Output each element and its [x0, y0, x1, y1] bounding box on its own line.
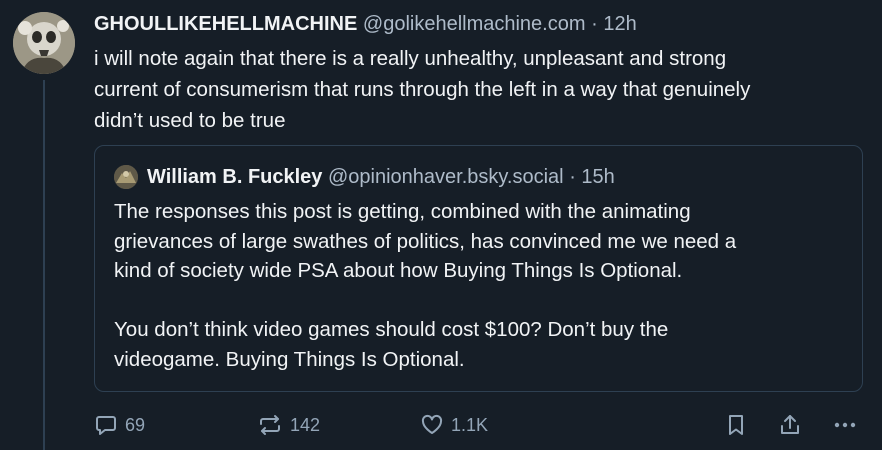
author-handle[interactable]: @golikehellmachine.com — [363, 13, 586, 35]
reply-button[interactable]: 69 — [94, 408, 145, 442]
more-icon — [832, 413, 858, 437]
quote-author-name[interactable]: William B. Fuckley — [147, 166, 322, 188]
more-options-button[interactable] — [832, 408, 858, 442]
like-icon — [420, 413, 444, 437]
like-count: 1.1K — [451, 414, 489, 435]
repost-count: 142 — [290, 414, 321, 435]
like-button[interactable]: 1.1K — [420, 408, 488, 442]
bookmark-button[interactable] — [724, 408, 748, 442]
quote-text: The responses this post is getting, comb… — [114, 200, 737, 371]
quote-header: William B. Fuckley @opinionhaver.bsky.so… — [147, 163, 615, 191]
post-text: i will note again that there is a really… — [94, 47, 751, 132]
repost-button[interactable]: 142 — [257, 408, 320, 442]
reply-count: 69 — [125, 414, 146, 435]
bookmark-icon — [724, 413, 748, 437]
quote-author-handle[interactable]: @opinionhaver.bsky.social — [328, 166, 564, 188]
share-button[interactable] — [778, 408, 802, 442]
reply-icon — [94, 413, 118, 437]
action-bar: 69 142 1.1K — [0, 408, 882, 442]
share-icon — [778, 413, 802, 437]
thread-line — [43, 80, 45, 450]
quoted-post[interactable]: William B. Fuckley @opinionhaver.bsky.so… — [94, 145, 863, 392]
post-header: GHOULLIKEHELLMACHINE @golikehellmachine.… — [94, 11, 637, 37]
repost-icon — [257, 413, 283, 437]
author-name[interactable]: GHOULLIKEHELLMACHINE — [94, 13, 357, 35]
quote-timestamp[interactable]: 15h — [581, 166, 614, 188]
post-timestamp[interactable]: 12h — [603, 13, 636, 35]
quote-author-avatar[interactable] — [114, 165, 138, 189]
quote-separator-dot: · — [569, 166, 576, 188]
author-avatar[interactable] — [13, 12, 75, 74]
separator-dot: · — [591, 13, 598, 35]
